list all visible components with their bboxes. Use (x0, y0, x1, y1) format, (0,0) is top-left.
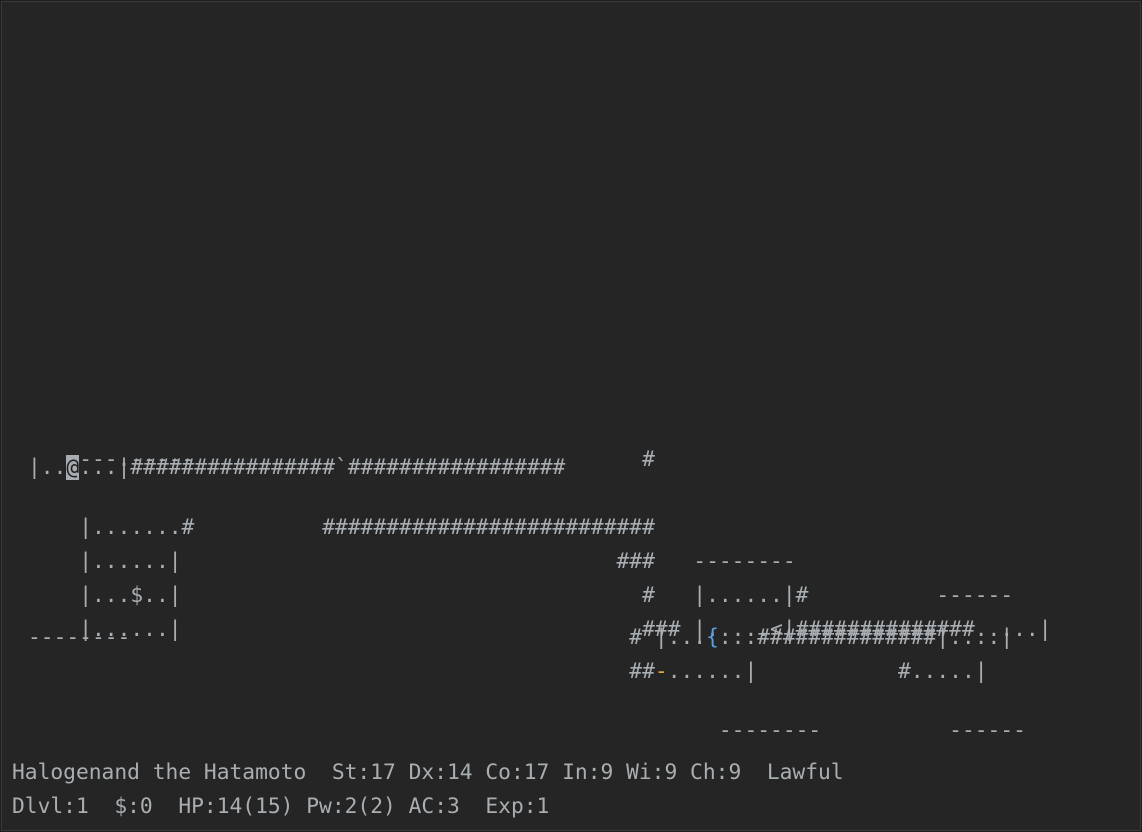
map-row-5: |...$..| # |......|# ------ (28, 557, 1013, 608)
status-line-1: Halogenand the Hatamoto St:17 Dx:14 Co:1… (12, 760, 844, 785)
map-row-3: |.......# ########################## (28, 489, 655, 540)
map-row-2-right: ...|################`################# (79, 455, 566, 480)
map-row-8-right: ......| #.....| (667, 659, 988, 684)
fountain-glyph: { (706, 625, 719, 650)
map-row-7: -------- # |...{...##############|....| (28, 625, 1013, 651)
hero-player: @ (66, 455, 80, 480)
terminal-window[interactable]: ---.----- # |..@...|################`###… (1, 1, 1141, 831)
map-row-8: ##-......| #.....| (28, 659, 988, 685)
open-door-glyph: - (654, 659, 668, 684)
map-row-9: -------- ------ (28, 692, 1026, 743)
map-row-8-left: ## (28, 659, 655, 684)
map-row-9-text: -------- ------ (79, 718, 1026, 743)
map-row-7-left: -------- # |... (28, 625, 707, 650)
map-row-6: |......| ### |.....<|##############.....… (28, 591, 1051, 642)
map-row-7-right: ...##############|....| (718, 625, 1014, 650)
map-row-1: ---.----- # (28, 421, 655, 472)
map-row-2-left: |.. (28, 455, 67, 480)
status-line-2: Dlvl:1 $:0 HP:14(15) Pw:2(2) AC:3 Exp:1 (12, 794, 550, 819)
map-row-2: |..@...|################`###############… (28, 455, 565, 481)
map-row-4: |......| ### -------- (28, 523, 795, 574)
